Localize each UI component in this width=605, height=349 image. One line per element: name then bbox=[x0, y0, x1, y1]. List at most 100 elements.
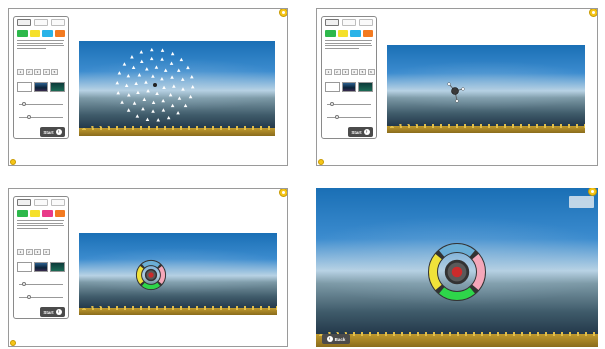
fish-triangle bbox=[126, 74, 131, 78]
color-row bbox=[17, 210, 65, 217]
size-slider-knob[interactable] bbox=[27, 295, 31, 299]
number-button[interactable]: 2 bbox=[25, 249, 33, 255]
fish-triangle bbox=[156, 118, 161, 122]
mode-button-1[interactable] bbox=[17, 199, 31, 206]
size-slider[interactable] bbox=[327, 115, 371, 119]
number-button[interactable]: 5 bbox=[359, 69, 366, 75]
ocean-scene-fullscreen[interactable] bbox=[316, 188, 598, 347]
fish-triangle bbox=[177, 96, 182, 100]
speed-slider[interactable] bbox=[19, 102, 63, 106]
speed-slider-knob[interactable] bbox=[22, 282, 26, 286]
background-options bbox=[325, 82, 374, 92]
color-button-pink[interactable] bbox=[42, 210, 53, 217]
number-button[interactable]: 1 bbox=[17, 69, 24, 75]
number-button[interactable]: 4 bbox=[350, 69, 358, 75]
fish-triangle bbox=[134, 81, 138, 86]
mode-button-3[interactable] bbox=[51, 199, 65, 206]
fish-triangle bbox=[120, 100, 124, 104]
color-button-orange[interactable] bbox=[362, 30, 373, 37]
number-row: 1 2 3 4 5 6 bbox=[325, 69, 375, 75]
start-label: Start bbox=[43, 309, 54, 315]
start-button[interactable]: Start › bbox=[348, 127, 373, 137]
speed-slider[interactable] bbox=[19, 282, 63, 286]
color-button-green[interactable] bbox=[17, 30, 28, 37]
mode-button-3[interactable] bbox=[359, 19, 373, 26]
settings-icon[interactable] bbox=[589, 9, 597, 17]
fish-triangle bbox=[139, 59, 144, 64]
color-ring-small[interactable] bbox=[79, 233, 277, 315]
number-button[interactable]: 3 bbox=[342, 69, 349, 75]
color-button-green[interactable] bbox=[325, 30, 336, 37]
mode-button-3[interactable] bbox=[51, 19, 65, 26]
fish-triangle bbox=[151, 100, 156, 104]
number-button[interactable]: 3 bbox=[34, 69, 41, 75]
number-button[interactable]: 3 bbox=[34, 249, 41, 255]
number-button[interactable]: 4 bbox=[42, 249, 50, 255]
fish-triangle bbox=[172, 84, 176, 88]
color-button-green[interactable] bbox=[17, 210, 28, 217]
size-slider-knob[interactable] bbox=[335, 115, 339, 119]
background-thumb-dark[interactable] bbox=[50, 82, 66, 92]
fish-triangle bbox=[176, 68, 181, 72]
color-button-yellow[interactable] bbox=[29, 30, 40, 37]
number-button[interactable]: 6 bbox=[367, 69, 375, 75]
help-icon[interactable] bbox=[10, 340, 16, 346]
back-label: Back bbox=[334, 336, 346, 342]
background-thumb-white[interactable] bbox=[325, 82, 340, 92]
number-button[interactable]: 4 bbox=[42, 69, 50, 75]
mode-button-2[interactable] bbox=[34, 19, 48, 26]
background-thumb-dark[interactable] bbox=[50, 262, 66, 272]
color-button-orange[interactable] bbox=[54, 210, 65, 217]
settings-icon[interactable] bbox=[279, 9, 287, 17]
mode-button-2[interactable] bbox=[34, 199, 48, 206]
background-thumb-ocean[interactable] bbox=[341, 82, 357, 92]
color-ring-large[interactable] bbox=[316, 188, 598, 347]
help-icon[interactable] bbox=[318, 159, 324, 165]
fish-triangle bbox=[190, 85, 195, 89]
fish-triangle bbox=[142, 97, 147, 101]
color-button-blue[interactable] bbox=[42, 30, 53, 37]
back-button[interactable]: ‹ Back bbox=[322, 334, 350, 344]
number-button[interactable]: 5 bbox=[51, 69, 58, 75]
color-button-orange[interactable] bbox=[54, 30, 65, 37]
fish-triangle bbox=[145, 67, 149, 71]
ocean-scene[interactable] bbox=[79, 233, 277, 315]
speed-slider[interactable] bbox=[327, 102, 371, 106]
color-button-yellow[interactable] bbox=[337, 30, 348, 37]
fish-triangle bbox=[127, 93, 131, 97]
mode-row bbox=[325, 19, 373, 26]
background-thumb-ocean[interactable] bbox=[33, 82, 49, 92]
speed-slider-knob[interactable] bbox=[22, 102, 26, 106]
background-thumb-ocean[interactable] bbox=[33, 262, 49, 272]
color-button-yellow[interactable] bbox=[29, 210, 40, 217]
ocean-scene[interactable] bbox=[387, 45, 585, 133]
size-slider-knob[interactable] bbox=[27, 115, 31, 119]
number-button[interactable]: 1 bbox=[17, 249, 24, 255]
mode-row bbox=[17, 19, 65, 26]
help-icon[interactable] bbox=[10, 159, 16, 165]
background-thumb-white[interactable] bbox=[17, 262, 32, 272]
mode-button-1[interactable] bbox=[17, 19, 31, 26]
fish-triangle bbox=[130, 55, 134, 59]
speed-slider-knob[interactable] bbox=[330, 102, 334, 106]
size-slider[interactable] bbox=[19, 115, 63, 119]
ocean-scene[interactable] bbox=[79, 41, 275, 136]
fish-triangle bbox=[126, 108, 131, 112]
color-button-blue[interactable] bbox=[350, 30, 361, 37]
background-thumb-white[interactable] bbox=[17, 82, 32, 92]
size-slider[interactable] bbox=[19, 295, 63, 299]
background-thumb-dark[interactable] bbox=[358, 82, 374, 92]
start-button[interactable]: Start › bbox=[40, 127, 65, 137]
fish-triangle bbox=[149, 47, 154, 52]
fish-triangle bbox=[132, 101, 137, 105]
screenshot-panel-1: 1 2 3 4 5 Start › bbox=[8, 8, 288, 166]
number-button[interactable]: 1 bbox=[325, 69, 332, 75]
fish-triangle bbox=[116, 90, 120, 95]
start-button[interactable]: Start › bbox=[40, 307, 65, 317]
number-button[interactable]: 2 bbox=[25, 69, 33, 75]
mode-button-2[interactable] bbox=[342, 19, 356, 26]
mode-row bbox=[17, 199, 65, 206]
mode-button-1[interactable] bbox=[325, 19, 339, 26]
number-button[interactable]: 2 bbox=[333, 69, 341, 75]
settings-icon[interactable] bbox=[279, 189, 287, 197]
